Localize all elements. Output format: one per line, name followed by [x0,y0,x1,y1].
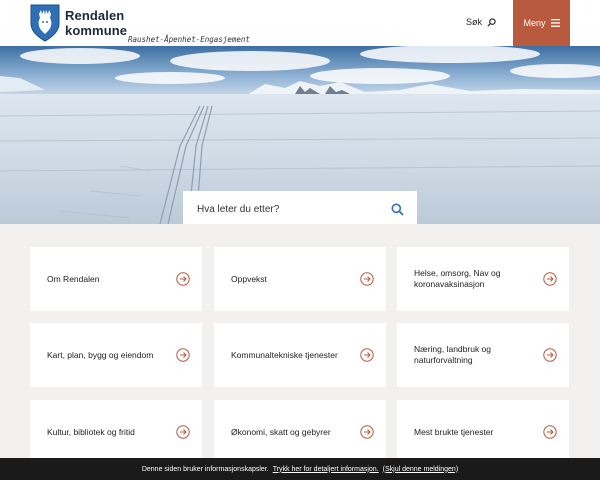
arrow-right-circle-icon [543,425,557,439]
magnifier-icon [391,203,404,216]
menu-label: Meny [523,18,546,28]
card-label: Kultur, bibliotek og fritid [47,426,135,437]
hamburger-icon [550,19,560,27]
cookie-details-link[interactable]: Trykk her for detaljert informasjon. [273,466,379,473]
motto-text: Raushet-Åpenhet-Engasjement [128,35,250,44]
card-om-rendalen[interactable]: Om Rendalen [30,247,202,311]
arrow-right-circle-icon [176,348,190,362]
card-label: Mest brukte tjenester [414,426,494,437]
cookie-text: Denne siden bruker informasjonskapsler. [141,465,269,473]
card-label: Kart, plan, bygg og eiendom [47,349,154,360]
card-label: Oppvekst [231,273,267,284]
arrow-right-circle-icon [543,348,557,362]
header-search-link[interactable]: Søk [466,17,496,27]
card-mest-brukte[interactable]: Mest brukte tjenester [397,400,569,464]
card-kart-plan[interactable]: Kart, plan, bygg og eiendom [30,323,202,387]
site-header: Rendalen kommune Raushet-Åpenhet-Engasje… [0,0,600,46]
hero-search-button[interactable] [389,201,405,217]
brand-line-2: kommune [65,23,128,38]
card-label: Helse, omsorg, Nav og koronavaksinasjon [414,268,501,289]
header-search-label: Søk [466,17,483,27]
brand-name[interactable]: Rendalen kommune [65,8,127,38]
card-oppvekst[interactable]: Oppvekst [214,247,386,311]
card-label: Om Rendalen [47,273,100,284]
arrow-right-circle-icon [176,425,190,439]
card-label: Kommunaltekniske tjenester [231,349,338,360]
brand-line-1: Rendalen [65,8,125,23]
coat-of-arms-logo[interactable] [30,4,60,42]
card-label: Økonomi, skatt og gebyrer [231,426,331,437]
card-kommunaltekniske[interactable]: Kommunaltekniske tjenester [214,323,386,387]
cookie-hide-link[interactable]: (Skjul denne meldingen) [383,466,459,473]
hero-banner [0,46,600,224]
arrow-right-circle-icon [176,272,190,286]
arrow-right-circle-icon [360,272,374,286]
hero-search-box [183,191,417,224]
menu-button[interactable]: Meny [513,0,570,46]
arrow-right-circle-icon [543,272,557,286]
arrow-right-circle-icon [360,348,374,362]
card-kultur[interactable]: Kultur, bibliotek og fritid [30,400,202,464]
cookie-banner: Denne siden bruker informasjonskapsler. … [0,458,600,480]
card-naering[interactable]: Næring, landbruk og naturforvaltning [397,323,569,387]
arrow-right-circle-icon [360,425,374,439]
card-helse-omsorg[interactable]: Helse, omsorg, Nav og koronavaksinasjon [397,247,569,311]
card-label: Næring, landbruk og naturforvaltning [414,344,492,365]
hero-search-input[interactable] [197,203,389,215]
search-icon [487,17,496,27]
card-okonomi[interactable]: Økonomi, skatt og gebyrer [214,400,386,464]
